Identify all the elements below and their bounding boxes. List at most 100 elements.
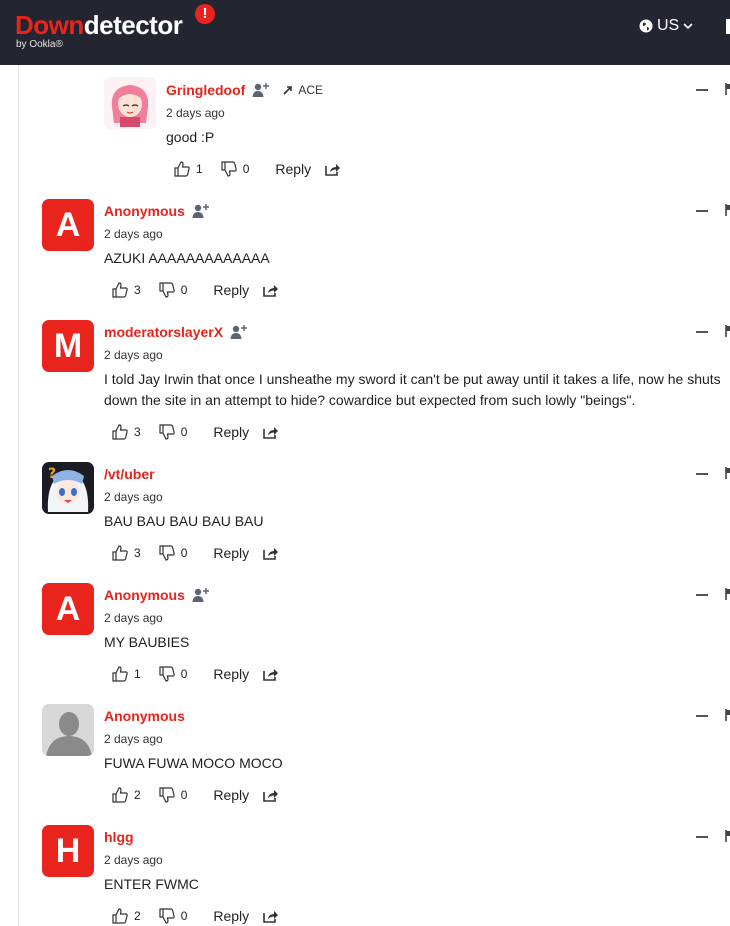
dislike-count: 0 <box>180 788 188 802</box>
thumbs-down-icon[interactable] <box>159 787 175 803</box>
comment-timestamp: 2 days ago <box>166 106 225 120</box>
comment-actions: 2 0 Reply <box>112 908 279 924</box>
share-icon[interactable] <box>263 909 279 923</box>
avatar[interactable]: A <box>42 199 94 251</box>
comment-item: H hlgg 2 days ago ENTER FWMC 2 0 Reply <box>0 812 730 926</box>
like-count: 3 <box>134 425 141 439</box>
reply-button[interactable]: Reply <box>213 666 249 682</box>
share-icon[interactable] <box>263 425 279 439</box>
collapse-button[interactable] <box>696 210 708 212</box>
follow-user-icon[interactable] <box>192 587 210 603</box>
thumbs-down-icon[interactable] <box>221 161 237 177</box>
collapse-button[interactable] <box>696 594 708 596</box>
flag-icon[interactable] <box>725 588 730 600</box>
avatar[interactable] <box>104 77 156 129</box>
flag-icon[interactable] <box>725 467 730 479</box>
comment-author-row: /vt/uber <box>104 466 155 482</box>
collapse-button[interactable] <box>696 473 708 475</box>
comment-actions: 3 0 Reply <box>112 282 279 298</box>
thumbs-up-icon[interactable] <box>112 666 128 682</box>
thumbs-up-icon[interactable] <box>112 908 128 924</box>
comment-text: AZUKI AAAAAAAAAAAAA <box>104 250 270 266</box>
menu-edge[interactable] <box>726 19 730 34</box>
comment-text: MY BAUBIES <box>104 634 190 650</box>
follow-user-icon[interactable] <box>230 324 248 340</box>
comment-timestamp: 2 days ago <box>104 227 163 241</box>
flag-icon[interactable] <box>725 325 730 337</box>
thumbs-down-icon[interactable] <box>159 424 175 440</box>
thumbs-down-icon[interactable] <box>159 282 175 298</box>
thumbs-up-icon[interactable] <box>174 161 190 177</box>
reply-button[interactable]: Reply <box>213 282 249 298</box>
comment-text: good :P <box>166 129 215 145</box>
thumbs-down-icon[interactable] <box>159 666 175 682</box>
site-header: Downdetector ! by Ookla® US <box>0 0 730 65</box>
like-count: 3 <box>134 546 141 560</box>
comment-author[interactable]: Anonymous <box>104 708 185 724</box>
avatar[interactable]: ? <box>42 462 94 514</box>
region-label: US <box>657 17 680 34</box>
comment-item: A Anonymous 2 days ago AZUKI AAAAAAAAAAA… <box>0 186 730 306</box>
comment-item: Gringledoof ACE 2 days ago good :P 1 0 R… <box>0 65 730 185</box>
comment-author[interactable]: Anonymous <box>104 203 185 219</box>
anime-avatar-image <box>104 77 156 129</box>
thumbs-down-icon[interactable] <box>159 908 175 924</box>
downdetector-logo[interactable]: Downdetector <box>15 10 183 40</box>
globe-icon <box>639 19 653 33</box>
comment-author[interactable]: /vt/uber <box>104 466 155 482</box>
comment-author[interactable]: moderatorslayerX <box>104 324 223 340</box>
flag-icon[interactable] <box>725 204 730 216</box>
logo-detector-text: detector <box>83 10 183 40</box>
avatar[interactable] <box>42 704 94 756</box>
comment-author-row: Anonymous <box>104 708 185 724</box>
follow-user-icon[interactable] <box>252 82 270 98</box>
collapse-button[interactable] <box>696 89 708 91</box>
anime-avatar-image: ? <box>42 462 94 514</box>
comment-author[interactable]: hlgg <box>104 829 134 845</box>
comment-timestamp: 2 days ago <box>104 348 163 362</box>
reply-button[interactable]: Reply <box>275 161 311 177</box>
thumbs-up-icon[interactable] <box>112 282 128 298</box>
comment-timestamp: 2 days ago <box>104 732 163 746</box>
avatar[interactable]: A <box>42 583 94 635</box>
logo-byline: by Ookla® <box>16 39 63 50</box>
reply-button[interactable]: Reply <box>213 424 249 440</box>
dislike-count: 0 <box>180 667 188 681</box>
flag-icon[interactable] <box>725 830 730 842</box>
comment-item: A Anonymous 2 days ago MY BAUBIES 1 0 Re… <box>0 570 730 690</box>
collapse-button[interactable] <box>696 836 708 838</box>
avatar[interactable]: M <box>42 320 94 372</box>
region-selector[interactable]: US <box>639 16 693 36</box>
reply-button[interactable]: Reply <box>213 908 249 924</box>
comment-item: Anonymous 2 days ago FUWA FUWA MOCO MOCO… <box>0 691 730 811</box>
thumbs-up-icon[interactable] <box>112 424 128 440</box>
comment-text: ENTER FWMC <box>104 876 199 892</box>
thumbs-up-icon[interactable] <box>112 787 128 803</box>
share-icon[interactable] <box>263 788 279 802</box>
share-icon[interactable] <box>263 546 279 560</box>
share-icon[interactable] <box>325 162 341 176</box>
share-icon[interactable] <box>263 667 279 681</box>
collapse-button[interactable] <box>696 331 708 333</box>
reply-button[interactable]: Reply <box>213 787 249 803</box>
comment-actions: 3 0 Reply <box>112 424 279 440</box>
collapse-button[interactable] <box>696 715 708 717</box>
comment-author-row: Anonymous <box>104 587 210 603</box>
comment-author-row: hlgg <box>104 829 134 845</box>
comment-item: ? /vt/uber 2 days ago BAU BAU BAU BAU BA… <box>0 449 730 569</box>
flag-icon[interactable] <box>725 709 730 721</box>
like-count: 3 <box>134 283 141 297</box>
avatar[interactable]: H <box>42 825 94 877</box>
thumbs-up-icon[interactable] <box>112 545 128 561</box>
share-icon[interactable] <box>263 283 279 297</box>
comment-text: I told Jay Irwin that once I unsheathe m… <box>104 371 721 408</box>
like-count: 2 <box>134 788 141 802</box>
comment-author[interactable]: Gringledoof <box>166 82 245 98</box>
comment-author[interactable]: Anonymous <box>104 587 185 603</box>
user-badge-label: ACE <box>298 83 324 97</box>
reply-button[interactable]: Reply <box>213 545 249 561</box>
comment-timestamp: 2 days ago <box>104 853 163 867</box>
follow-user-icon[interactable] <box>192 203 210 219</box>
flag-icon[interactable] <box>725 83 730 95</box>
thumbs-down-icon[interactable] <box>159 545 175 561</box>
